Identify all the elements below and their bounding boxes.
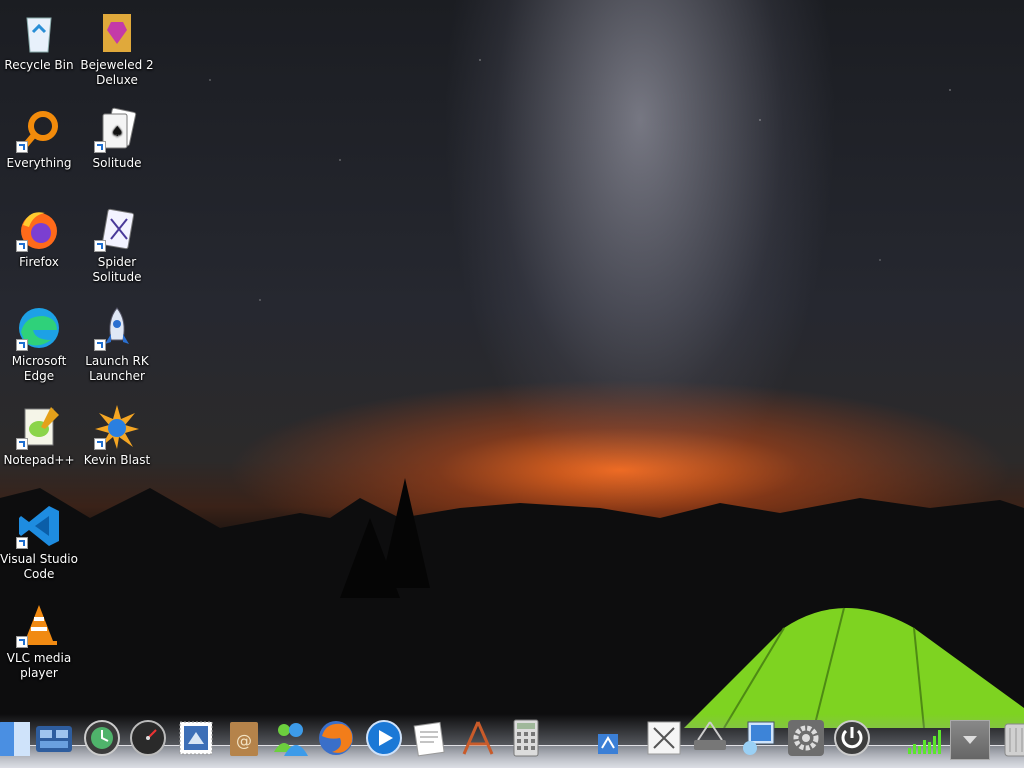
grapher-icon[interactable] — [644, 718, 684, 758]
shortcut-arrow-icon — [94, 240, 106, 252]
svg-text:@: @ — [236, 731, 252, 750]
desktop-icon-vlc[interactable]: VLC media player — [0, 601, 78, 681]
shortcut-arrow-icon — [94, 438, 106, 450]
power-icon[interactable] — [832, 718, 872, 758]
desktop-icon-edge[interactable]: Microsoft Edge — [0, 304, 78, 384]
desktop-icon-label: Solitude — [92, 156, 142, 170]
trash-icon[interactable] — [994, 718, 1024, 758]
desktop-icon-spider-solitude[interactable]: Spider Solitude — [78, 205, 156, 285]
rk-launcher-dock: @ — [0, 714, 1024, 768]
shortcut-arrow-icon — [16, 438, 28, 450]
firefox-dock-icon[interactable] — [316, 718, 356, 758]
textedit-icon[interactable] — [410, 718, 450, 758]
quicktime-player-icon[interactable] — [364, 718, 404, 758]
calculator-icon[interactable] — [506, 718, 546, 758]
desktop-icon-bejeweled[interactable]: Bejeweled 2 Deluxe — [78, 8, 156, 88]
dashboard-icon[interactable] — [34, 718, 74, 758]
activity-monitor-icon[interactable] — [128, 718, 168, 758]
desktop-icon-label: Recycle Bin — [4, 58, 74, 72]
desktop-icon-label: Microsoft Edge — [11, 354, 67, 383]
desktop-icon-recycle-bin[interactable]: Recycle Bin — [0, 8, 78, 73]
desktop-icon-label: Everything — [6, 156, 72, 170]
desktop-icon-label: Firefox — [19, 255, 59, 269]
desktop-icon-vscode[interactable]: Visual Studio Code — [0, 502, 78, 582]
shortcut-arrow-icon — [16, 141, 28, 153]
desktop-icon-solitude[interactable]: ♠ Solitude — [78, 106, 156, 171]
desktop-icon-firefox[interactable]: Firefox — [0, 205, 78, 270]
recycle-bin-icon — [26, 17, 52, 53]
app-store-icon[interactable] — [458, 718, 498, 758]
expand-arrow-icon[interactable] — [950, 720, 990, 760]
svg-text:♠: ♠ — [111, 124, 124, 140]
mail-stamp-icon[interactable] — [176, 718, 216, 758]
desktop-icon-label: Notepad++ — [3, 453, 75, 467]
finder-icon[interactable] — [0, 718, 34, 758]
shortcut-arrow-icon — [94, 141, 106, 153]
desktop-icon-everything[interactable]: Everything — [0, 106, 78, 171]
shortcut-arrow-icon — [16, 339, 28, 351]
desktop-icon-label: VLC media player — [6, 651, 72, 680]
shortcut-arrow-icon — [16, 636, 28, 648]
desktop-icon-label: Bejeweled 2 Deluxe — [80, 58, 154, 87]
desktop-icon-label: Spider Solitude — [92, 255, 142, 284]
desktop-icon-label: Launch RK Launcher — [85, 354, 149, 383]
address-book-icon[interactable]: @ — [224, 718, 264, 758]
shortcut-arrow-icon — [16, 537, 28, 549]
system-preferences-icon[interactable] — [786, 718, 826, 758]
shortcut-arrow-icon — [94, 339, 106, 351]
applications-folder-icon[interactable] — [588, 718, 624, 758]
desktop-icon-rk-launcher[interactable]: Launch RK Launcher — [78, 304, 156, 384]
time-machine-icon[interactable] — [82, 718, 122, 758]
shortcut-arrow-icon — [16, 240, 28, 252]
preview-icon[interactable] — [738, 718, 778, 758]
messenger-icon[interactable] — [270, 718, 310, 758]
desktop-icon-kevin-blast[interactable]: Kevin Blast — [78, 403, 156, 468]
desktop-icon-label: Kevin Blast — [83, 453, 151, 467]
cpu-meter-icon — [904, 718, 944, 758]
desktop-icon-notepad-plus-plus[interactable]: Notepad++ — [0, 403, 78, 468]
network-icon[interactable] — [690, 718, 730, 758]
bejeweled-icon — [103, 14, 131, 52]
green-tent — [684, 607, 1024, 728]
desktop-icon-label: Visual Studio Code — [0, 552, 78, 581]
